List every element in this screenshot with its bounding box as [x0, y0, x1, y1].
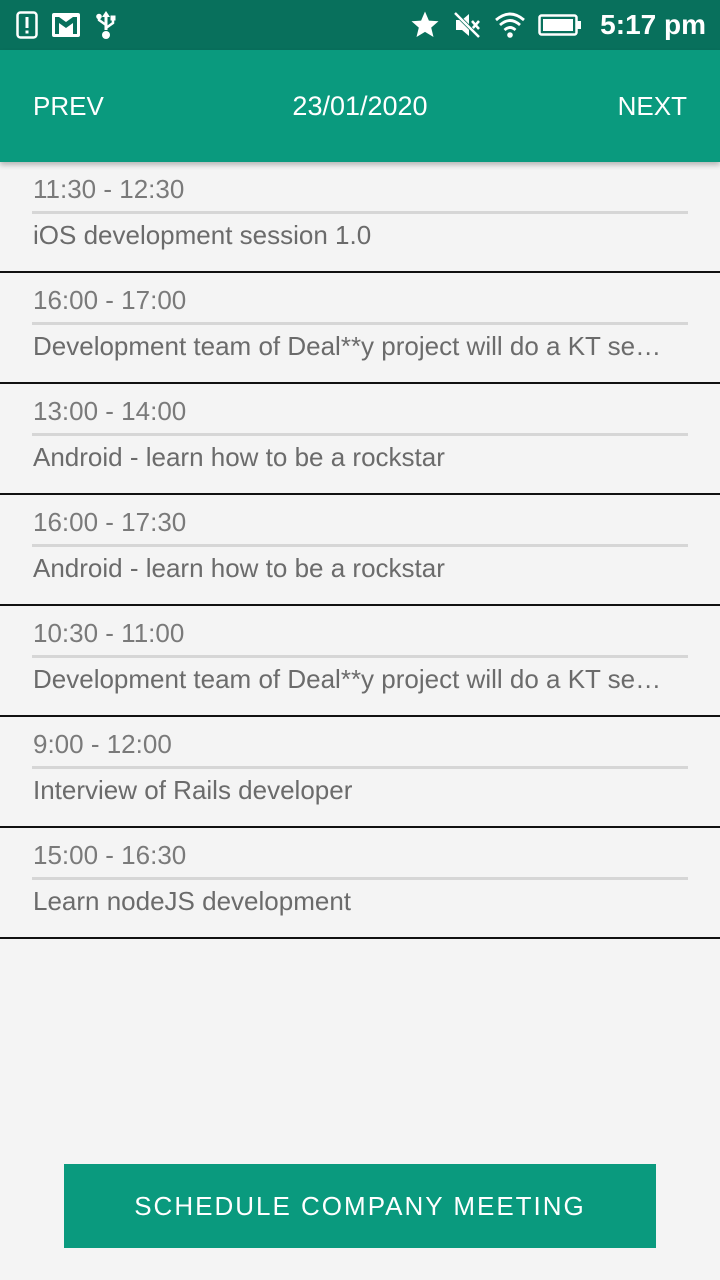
meeting-time: 16:00 - 17:30: [33, 507, 187, 537]
list-item[interactable]: 11:30 - 12:30 iOS development session 1.…: [0, 162, 720, 273]
list-item[interactable]: 16:00 - 17:30 Android - learn how to be …: [0, 495, 720, 606]
divider: [32, 655, 688, 658]
meeting-list: 11:30 - 12:30 iOS development session 1.…: [0, 162, 720, 939]
meeting-title: Development team of Deal**y project will…: [33, 331, 673, 361]
star-icon: [410, 10, 440, 40]
meeting-time: 9:00 - 12:00: [33, 729, 172, 759]
schedule-meeting-button[interactable]: SCHEDULE COMPANY MEETING: [64, 1164, 656, 1248]
divider: [32, 322, 688, 325]
list-item[interactable]: 15:00 - 16:30 Learn nodeJS development: [0, 828, 720, 939]
meeting-time: 11:30 - 12:30: [33, 174, 185, 204]
divider: [32, 211, 688, 214]
list-item[interactable]: 9:00 - 12:00 Interview of Rails develope…: [0, 717, 720, 828]
notification-icons: [16, 10, 118, 40]
divider: [32, 766, 688, 769]
usb-icon: [94, 10, 118, 40]
mute-icon: [452, 10, 482, 40]
meeting-time: 16:00 - 17:00: [33, 285, 187, 315]
next-button[interactable]: NEXT: [618, 50, 687, 162]
meeting-time: 13:00 - 14:00: [33, 396, 187, 426]
meeting-title: Learn nodeJS development: [33, 886, 352, 916]
app-bar: PREV 23/01/2020 NEXT: [0, 50, 720, 162]
divider: [32, 544, 688, 547]
meeting-title: Development team of Deal**y project will…: [33, 664, 673, 694]
list-item[interactable]: 13:00 - 14:00 Android - learn how to be …: [0, 384, 720, 495]
meeting-title: iOS development session 1.0: [33, 220, 372, 250]
list-item[interactable]: 10:30 - 11:00 Development team of Deal**…: [0, 606, 720, 717]
status-time: 5:17 pm: [600, 9, 706, 40]
divider: [32, 877, 688, 880]
system-icons: 5:17 pm: [410, 8, 706, 42]
meeting-time: 15:00 - 16:30: [33, 840, 187, 870]
battery-icon: [538, 13, 582, 37]
divider: [32, 433, 688, 436]
alert-icon: [16, 11, 38, 39]
gmail-icon: [52, 13, 80, 37]
wifi-icon: [494, 11, 526, 39]
status-bar: 5:17 pm: [0, 0, 720, 50]
meeting-title: Interview of Rails developer: [33, 775, 353, 805]
meeting-title: Android - learn how to be a rockstar: [33, 442, 445, 472]
meeting-title: Android - learn how to be a rockstar: [33, 553, 445, 583]
list-item[interactable]: 16:00 - 17:00 Development team of Deal**…: [0, 273, 720, 384]
date-title: 23/01/2020: [292, 91, 428, 121]
meeting-time: 10:30 - 11:00: [33, 618, 185, 648]
prev-button[interactable]: PREV: [33, 50, 104, 162]
